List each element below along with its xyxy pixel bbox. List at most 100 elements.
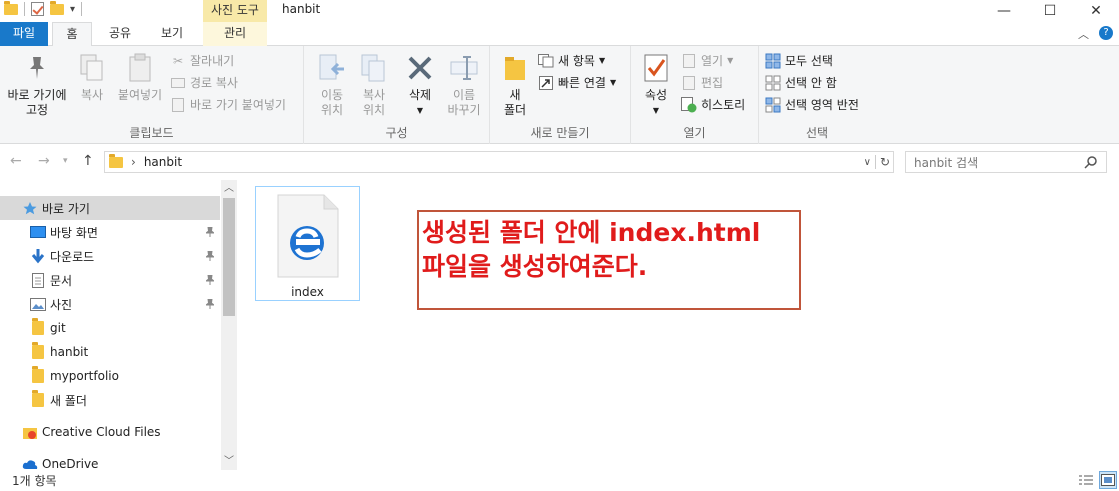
ribbon: 바로 가기에 고정 복사 붙여넣기 ✂ 잘라내기 경로 복사 바로 가기 붙여넣… [0, 46, 1119, 144]
new-folder-icon [499, 52, 531, 84]
copy-path-icon [170, 75, 186, 91]
organize-group-label: 구성 [385, 126, 408, 140]
open-button[interactable]: 열기 ▼ [681, 52, 733, 69]
nav-creative-cloud[interactable]: Creative Cloud Files [0, 420, 220, 444]
invert-selection-icon [765, 97, 781, 113]
nav-quick-access[interactable]: 바로 가기 [0, 196, 220, 220]
tab-file[interactable]: 파일 [0, 22, 48, 46]
select-group-label: 선택 [805, 126, 829, 140]
nav-item-label: 새 폴더 [50, 393, 87, 408]
scroll-down-arrow-icon[interactable]: ﹀ [221, 454, 237, 470]
folder-icon [30, 318, 46, 336]
copy-to-button[interactable]: 복사 위치 [354, 52, 394, 118]
scroll-up-arrow-icon[interactable]: ︿ [221, 181, 237, 197]
address-dropdown-chevron-icon[interactable]: ∨ [864, 157, 871, 168]
title-bar: ▾ 사진 도구 hanbit — ☐ ✕ [0, 0, 1119, 22]
window-title: hanbit [282, 2, 321, 16]
copy-path-button[interactable]: 경로 복사 [170, 74, 238, 91]
scroll-thumb[interactable] [223, 198, 235, 316]
view-toggle [1077, 471, 1117, 489]
minimize-button[interactable]: — [981, 0, 1027, 22]
divider [24, 2, 25, 16]
customize-qat-icon[interactable]: ▾ [70, 4, 75, 15]
properties-button[interactable]: 속성 ▼ [639, 52, 673, 118]
history-icon [681, 96, 697, 113]
nav-item-documents[interactable]: 문서 [0, 268, 220, 292]
large-icons-view-icon[interactable] [1099, 471, 1117, 489]
easy-access-button[interactable]: 빠른 연결 ▼ [538, 74, 616, 91]
invert-selection-button[interactable]: 선택 영역 반전 [765, 96, 859, 113]
contextual-tab-header: 사진 도구 [203, 0, 267, 22]
edit-button[interactable]: 편집 [681, 74, 723, 91]
close-button[interactable]: ✕ [1073, 0, 1119, 22]
recent-locations-chevron-icon[interactable]: ▾ [63, 156, 68, 166]
annotation-line-1: 생성된 폴더 안에 index.html [422, 218, 761, 247]
quick-access-toolbar: ▾ [4, 0, 83, 16]
tab-view[interactable]: 보기 [152, 22, 192, 46]
new-folder-icon[interactable] [50, 0, 64, 15]
pin-quick-access-button[interactable]: 바로 가기에 고정 [4, 52, 70, 118]
ribbon-right-controls: ︿ ? [1078, 26, 1113, 42]
tab-home[interactable]: 홈 [52, 22, 92, 47]
up-arrow-icon[interactable]: ↑ [82, 153, 94, 169]
chevron-up-icon[interactable]: ︿ [1078, 26, 1089, 42]
breadcrumb-hanbit[interactable]: hanbit [144, 155, 182, 169]
select-all-button[interactable]: 모두 선택 [765, 52, 833, 69]
paste-button[interactable]: 붙여넣기 [114, 52, 166, 103]
chevron-down-icon: ▼ [727, 56, 734, 65]
new-item-button[interactable]: 새 항목 ▼ [538, 52, 605, 69]
open-label: 열기 [701, 54, 724, 68]
details-view-icon[interactable] [1077, 471, 1095, 489]
status-bar: 1개 항목 [0, 470, 1119, 491]
paste-shortcut-button[interactable]: 바로 가기 붙여넣기 [170, 96, 286, 113]
nav-scrollbar[interactable]: ︿ ﹀ [221, 180, 237, 470]
properties-check-icon [640, 52, 672, 84]
folder-icon [109, 153, 123, 168]
nav-item-pictures[interactable]: 사진 [0, 292, 220, 316]
properties-icon[interactable] [31, 2, 44, 16]
nav-item-git[interactable]: git [0, 316, 220, 340]
delete-label: 삭제 [408, 88, 432, 102]
pin-icon[interactable] [204, 226, 216, 237]
history-button[interactable]: 히스토리 [681, 96, 745, 113]
refresh-icon[interactable]: ↻ [880, 155, 890, 169]
pin-icon[interactable] [204, 274, 216, 285]
folder-icon [30, 366, 46, 384]
cut-button[interactable]: ✂ 잘라내기 [170, 52, 234, 69]
nav-item-new-folder[interactable]: 새 폴더 [0, 388, 220, 412]
select-none-button[interactable]: 선택 안 함 [765, 74, 837, 91]
select-group: 모두 선택 선택 안 함 선택 영역 반전 선택 [759, 46, 875, 144]
creative-cloud-folder-icon [22, 424, 38, 440]
paste-label: 붙여넣기 [117, 88, 163, 102]
nav-item-myportfolio[interactable]: myportfolio [0, 364, 220, 388]
rename-button[interactable]: 이름 바꾸기 [442, 52, 486, 118]
pin-icon[interactable] [204, 298, 216, 309]
back-arrow-icon[interactable]: ← [10, 153, 22, 169]
pictures-icon [30, 296, 46, 312]
move-to-button[interactable]: 이동 위치 [312, 52, 352, 118]
search-input[interactable]: hanbit 검색 [905, 151, 1107, 173]
pin-icon[interactable] [204, 250, 216, 261]
forward-arrow-icon[interactable]: → [38, 153, 50, 169]
delete-button[interactable]: 삭제 ▼ [400, 52, 440, 118]
cut-label: 잘라내기 [190, 54, 235, 68]
folder-icon [4, 0, 18, 15]
new-group-label: 새로 만들기 [530, 126, 590, 140]
folder-icon [30, 342, 46, 360]
file-item[interactable]: index [255, 186, 360, 301]
copy-button[interactable]: 복사 [74, 52, 110, 103]
search-icon[interactable] [1084, 155, 1098, 172]
help-icon[interactable]: ? [1099, 26, 1113, 40]
breadcrumb-chevron-icon[interactable]: › [131, 155, 136, 169]
nav-item-desktop[interactable]: 바탕 화면 [0, 220, 220, 244]
nav-item-downloads[interactable]: 다운로드 [0, 244, 220, 268]
maximize-button[interactable]: ☐ [1027, 0, 1073, 22]
address-bar[interactable]: › hanbit ∨ ↻ [104, 151, 894, 173]
tab-manage[interactable]: 관리 [203, 22, 267, 46]
annotation-line-2: 파일을 생성하여준다. [422, 252, 648, 281]
edge-html-icon [276, 193, 340, 282]
tab-share[interactable]: 공유 [100, 22, 140, 46]
nav-item-hanbit[interactable]: hanbit [0, 340, 220, 364]
new-folder-button[interactable]: 새 폴더 [498, 52, 532, 118]
nav-item-label: hanbit [50, 345, 89, 359]
